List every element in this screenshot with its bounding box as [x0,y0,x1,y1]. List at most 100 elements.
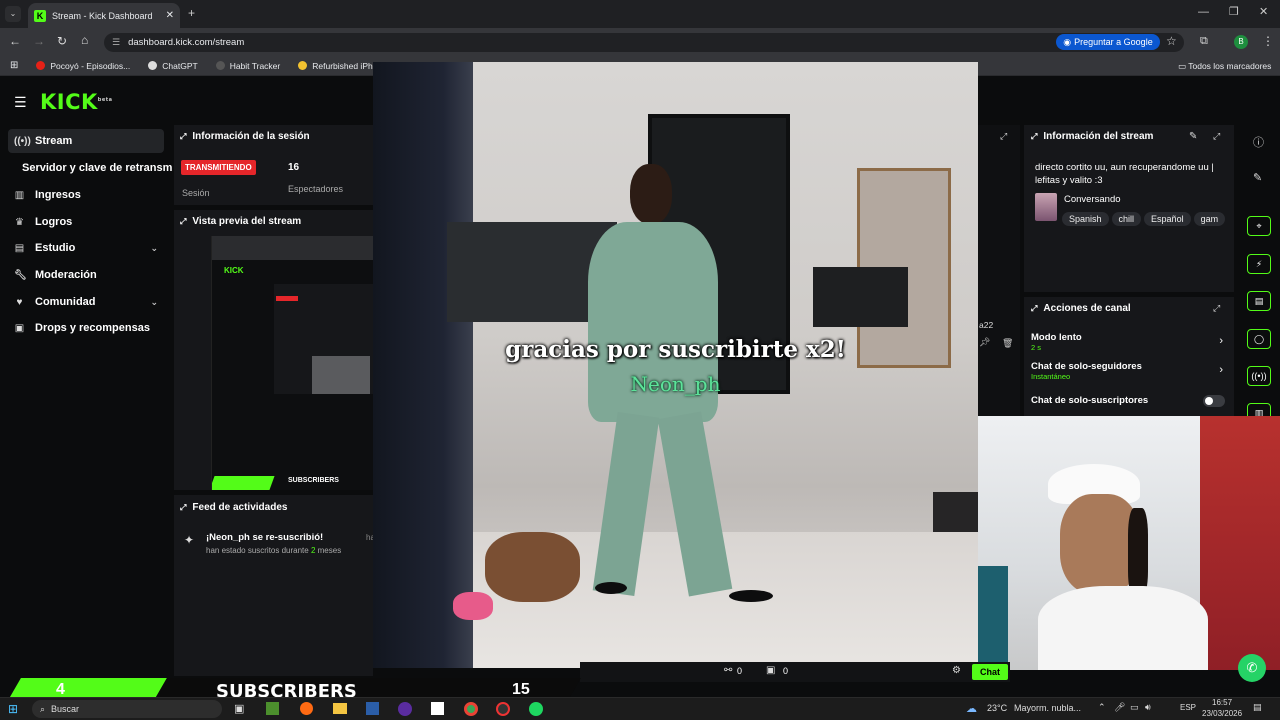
new-tab-icon[interactable]: + [188,6,195,20]
language-indicator[interactable]: ESP [1180,703,1196,712]
whatsapp-icon[interactable]: ✆ [1238,654,1266,682]
apps-icon[interactable]: ⊞ [10,60,18,71]
task-view-icon[interactable]: ▣ [234,702,244,715]
minecraft-icon[interactable] [266,702,279,715]
rail-chat-icon[interactable]: ◯ [1247,329,1271,349]
expand-icon[interactable]: ⤢ [180,217,186,227]
rail-bolt-icon[interactable]: ⚡︎ [1247,254,1271,274]
preview-sub-text: SUBSCRIBERS [288,477,339,484]
subscribers-only-row[interactable]: Chat de solo-suscriptores [1031,395,1227,411]
sidebar-item-server-key[interactable]: Servidor y clave de retransm [16,156,172,180]
sidebar-item-stream[interactable]: ((•)) Stream [8,129,164,153]
address-bar[interactable]: ☰ dashboard.kick.com/stream [104,33,1184,52]
volume-icon[interactable]: 🔊︎ [1145,702,1151,713]
close-tab-icon[interactable]: ✕ [166,10,174,21]
spotify-icon[interactable] [529,702,543,716]
minimize-icon[interactable]: — [1198,6,1209,18]
app-icon[interactable] [496,702,510,716]
ask-google-label: Preguntar a Google [1074,37,1153,47]
sidebar-item-drops[interactable]: ▣ Drops y recompensas [8,316,164,340]
tag[interactable]: Español [1144,212,1191,226]
sidebar-item-label: Comunidad [35,296,96,308]
rail-broadcast-icon[interactable]: ((•)) [1247,366,1271,386]
subscribers-only-toggle[interactable] [1203,395,1225,407]
teddy-bear [485,532,580,602]
rail-list-icon[interactable]: ▤ [1247,291,1271,311]
sidebar-item-ingresos[interactable]: ▥ Ingresos [8,183,164,207]
home-icon[interactable]: ⌂ [81,33,88,47]
bookmark-star-icon[interactable]: ☆ [1166,34,1177,48]
firefox-icon[interactable] [300,702,313,715]
hamburger-menu-icon[interactable]: ☰ [14,94,27,111]
file-explorer-icon[interactable] [333,703,347,714]
settings-gear-icon[interactable]: ⚙ [952,665,961,676]
tray-chevron-icon[interactable]: ⌃ [1098,702,1106,713]
back-icon[interactable]: ← [9,34,21,48]
link-icon: ⚯ [724,665,733,676]
bookmark-item[interactable]: Habit Tracker [215,61,280,71]
popout-icon[interactable]: ⤢ [1213,303,1220,314]
bookmark-item[interactable]: ChatGPT [148,61,198,71]
edit-pencil-icon[interactable]: ✎ [1189,131,1197,142]
chat-button[interactable]: Chat [972,664,1008,680]
profile-avatar[interactable]: B [1234,35,1248,49]
expand-icon[interactable]: ⤢ [1031,132,1037,142]
clock-time[interactable]: 16:57 [1212,698,1232,707]
clock-date[interactable]: 23/03/2026 [1202,709,1242,718]
sidebar-item-comunidad[interactable]: ♥ Comunidad ⌄ [8,290,164,314]
ask-google-button[interactable]: ◉ Preguntar a Google [1056,34,1160,50]
info-icon[interactable]: ⓘ [1253,134,1264,150]
kick-logo[interactable]: KICKbeta [40,90,113,114]
expand-icon[interactable]: ⤢ [180,503,186,513]
chevron-down-icon: ⌄ [150,296,158,307]
extensions-icon[interactable]: ⧉ [1200,35,1208,48]
rail-focus-icon[interactable]: ⌖ [1247,216,1271,236]
edit-pencil-icon[interactable]: ✎ [1253,171,1262,184]
tab-search-icon[interactable]: ⌄ [5,6,21,22]
chrome-icon[interactable] [464,702,478,716]
followers-only-row[interactable]: Chat de solo-seguidores Instantáneo › [1031,361,1227,383]
stream-video[interactable]: gracias por suscribirte x2! Neon_ph [373,62,978,668]
expand-icon[interactable]: ⤢ [1000,131,1007,142]
notifications-icon[interactable]: ▤ [1253,702,1262,713]
close-window-icon[interactable]: ✕ [1259,5,1268,18]
trash-icon[interactable]: 🗑︎ [1002,338,1013,349]
sidebar-item-logros[interactable]: ♛ Logros [8,210,164,234]
youtube-icon [36,61,46,70]
app-icon[interactable] [366,702,379,715]
tag[interactable]: Spanish [1062,212,1109,226]
session-info-title: ⤢ Información de la sesión [180,131,310,142]
stream-preview-video[interactable]: KICK SUBSCRIBERS [211,236,373,490]
popout-icon[interactable]: ⤢ [1213,131,1220,142]
slow-mode-row[interactable]: Modo lento 2 s › [1031,332,1227,354]
windows-start-icon[interactable]: ⊞ [8,702,18,716]
viewers-label: Espectadores [288,184,344,194]
wrench-icon: 🔧︎ [14,269,27,281]
all-bookmarks-button[interactable]: ▭ Todos los marcadores [1178,61,1271,72]
expand-icon[interactable]: ⤢ [180,132,186,142]
reload-icon[interactable]: ↻ [57,34,67,48]
tag[interactable]: chill [1111,212,1142,226]
bookmark-item[interactable]: Pocoyó - Episodios... [36,61,130,71]
browser-tab[interactable]: K Stream - Kick Dashboard ✕ [28,3,180,28]
subscribers-only-label: Chat de solo-suscriptores [1031,395,1149,406]
sidebar-item-moderacion[interactable]: 🔧︎ Moderación [8,263,164,287]
obs-icon[interactable] [398,702,412,716]
taskbar-search[interactable]: ⌕ Buscar [32,700,222,718]
kick-logo-text: KICK [40,90,98,114]
capcut-icon[interactable] [431,702,444,715]
network-icon[interactable]: ▭ [1130,702,1139,713]
browser-menu-icon[interactable]: ⋮ [1262,34,1274,48]
toggle-knob [1205,397,1213,405]
maximize-icon[interactable]: ❐ [1229,5,1239,18]
forward-icon[interactable]: → [33,34,45,48]
shoe [595,582,627,594]
sidebar-item-estudio[interactable]: ▤ Estudio ⌄ [8,236,164,260]
preview-browser-bar [212,236,373,260]
expand-icon[interactable]: ⤢ [1031,304,1037,314]
tag[interactable]: gam [1193,212,1226,226]
pin-icon[interactable]: 📌︎ [979,337,990,348]
site-info-icon[interactable]: ☰ [112,37,120,48]
microphone-icon[interactable]: 🎤︎ [1114,702,1125,713]
search-icon: ⌕ [40,703,46,714]
